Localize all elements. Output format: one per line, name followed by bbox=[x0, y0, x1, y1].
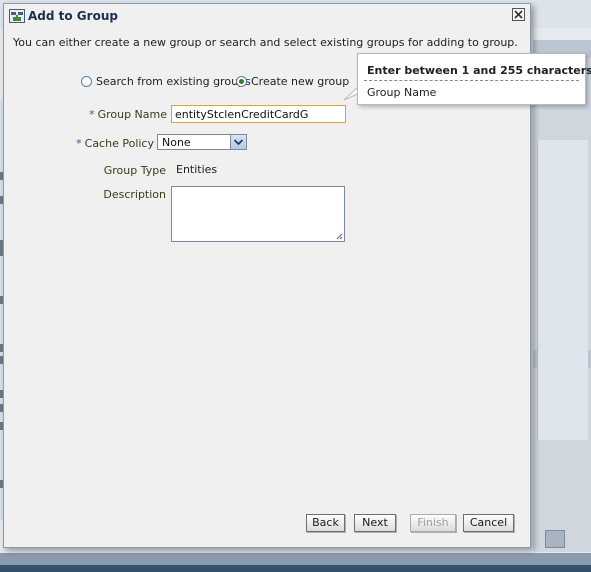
radio-create-new-label: Create new group bbox=[251, 75, 350, 88]
background-right-panel bbox=[533, 40, 591, 552]
back-button[interactable]: Back bbox=[306, 514, 345, 532]
background-scroll-arrow bbox=[545, 530, 565, 548]
group-name-tooltip: Enter between 1 and 255 characters. Grou… bbox=[357, 53, 591, 105]
cache-policy-select[interactable]: None bbox=[157, 134, 247, 150]
required-marker: * bbox=[76, 137, 82, 150]
group-type-value: Entities bbox=[176, 163, 218, 176]
tooltip-field-name: Group Name bbox=[367, 86, 437, 99]
group-add-icon bbox=[9, 9, 25, 23]
required-marker: * bbox=[89, 108, 95, 121]
close-icon bbox=[514, 10, 523, 19]
dialog-title: Add to Group bbox=[28, 9, 118, 23]
cache-policy-value: None bbox=[162, 136, 191, 149]
description-label: Description bbox=[103, 188, 166, 201]
cache-policy-label: * Cache Policy bbox=[76, 137, 154, 150]
background-taskbar bbox=[0, 553, 591, 572]
group-type-label: Group Type bbox=[103, 164, 166, 177]
chevron-down-icon bbox=[233, 139, 244, 146]
dialog-intro-text: You can either create a new group or sea… bbox=[13, 36, 518, 49]
radio-search-existing-label: Search from existing groups bbox=[96, 75, 251, 88]
next-button[interactable]: Next bbox=[354, 514, 396, 532]
tooltip-divider bbox=[364, 80, 579, 81]
description-textarea[interactable] bbox=[171, 186, 345, 242]
radio-create-new[interactable]: Create new group bbox=[236, 75, 349, 88]
resize-grip-icon[interactable] bbox=[336, 233, 343, 240]
group-name-input[interactable] bbox=[171, 105, 346, 123]
dropdown-arrow-button[interactable] bbox=[230, 135, 246, 149]
finish-button[interactable]: Finish bbox=[410, 514, 456, 532]
radio-search-existing-indicator[interactable] bbox=[81, 76, 92, 87]
group-name-label: * Group Name bbox=[89, 108, 167, 121]
radio-search-existing[interactable]: Search from existing groups bbox=[81, 75, 251, 88]
cancel-button[interactable]: Cancel bbox=[463, 514, 514, 532]
close-button[interactable] bbox=[512, 8, 525, 21]
tooltip-title: Enter between 1 and 255 characters. bbox=[367, 64, 591, 77]
radio-create-new-indicator[interactable] bbox=[236, 76, 247, 87]
dialog-titlebar[interactable]: Add to Group bbox=[4, 4, 530, 28]
